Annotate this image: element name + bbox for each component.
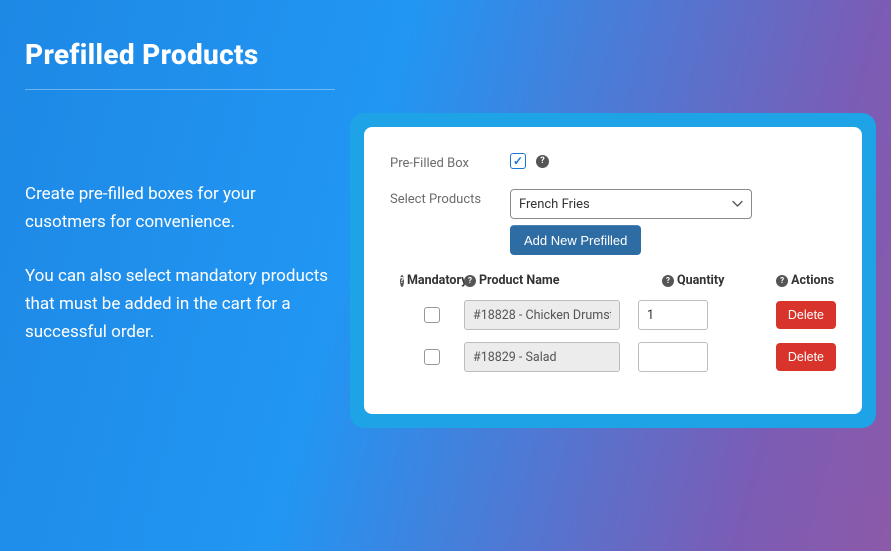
th-quantity: Quantity [677, 273, 724, 288]
page-title: Prefilled Products [25, 38, 335, 90]
help-icon[interactable]: ? [536, 155, 549, 168]
chevron-down-icon [732, 201, 743, 208]
help-icon[interactable]: ? [400, 275, 404, 287]
table-row: Delete [390, 342, 836, 372]
description-p1: Create pre-filled boxes for your cusotme… [25, 180, 335, 236]
delete-button[interactable]: Delete [776, 343, 836, 371]
th-product-name: Product Name [479, 273, 559, 288]
mandatory-checkbox[interactable] [424, 349, 440, 365]
settings-panel: Pre-Filled Box ? Select Products French … [350, 113, 876, 428]
product-name-input[interactable] [464, 300, 620, 330]
quantity-input[interactable] [638, 300, 708, 330]
quantity-input[interactable] [638, 342, 708, 372]
prefilled-box-checkbox[interactable] [510, 153, 526, 169]
delete-button[interactable]: Delete [776, 301, 836, 329]
description-p2: You can also select mandatory products t… [25, 262, 335, 346]
help-icon[interactable]: ? [662, 275, 674, 287]
help-icon[interactable]: ? [776, 275, 788, 287]
product-select[interactable]: French Fries [510, 189, 752, 219]
th-actions: Actions [791, 273, 834, 288]
help-icon[interactable]: ? [464, 275, 476, 287]
prefilled-box-label: Pre-Filled Box [390, 153, 510, 171]
add-new-prefilled-button[interactable]: Add New Prefilled [510, 225, 641, 255]
product-name-input[interactable] [464, 342, 620, 372]
select-products-label: Select Products [390, 189, 510, 207]
mandatory-checkbox[interactable] [424, 307, 440, 323]
th-mandatory: Mandatory [407, 273, 467, 288]
product-select-value: French Fries [519, 197, 590, 212]
table-row: Delete [390, 300, 836, 330]
prefilled-table: ?Mandatory ?Product Name ?Quantity ?Acti… [390, 273, 836, 372]
